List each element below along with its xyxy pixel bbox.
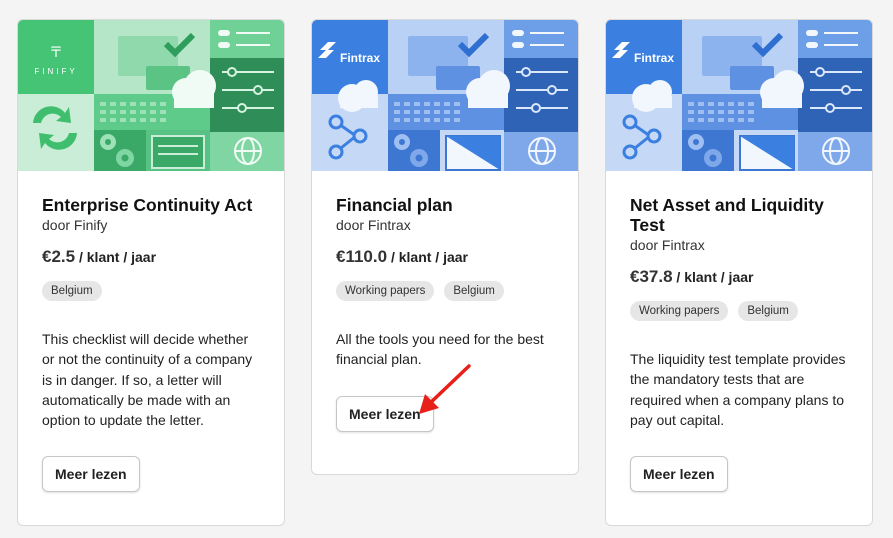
price-amount: €110.0 <box>336 247 388 266</box>
card-title: Enterprise Continuity Act <box>42 195 253 215</box>
tag-working-papers: Working papers <box>630 301 729 321</box>
price-unit: / klant / jaar <box>75 249 157 265</box>
tag-list: Working papers Belgium <box>336 281 554 301</box>
read-more-button[interactable]: Meer lezen <box>630 456 728 493</box>
app-banner-finify: 〒 FINIFY <box>18 20 284 171</box>
read-more-button[interactable]: Meer lezen <box>336 395 434 432</box>
card-title: Financial plan <box>336 195 453 215</box>
price-unit: / klant / jaar <box>672 269 754 285</box>
tag-working-papers: Working papers <box>336 281 435 301</box>
app-card-financial-plan: Fintrax Financial plan door Fintrax €110… <box>311 19 579 475</box>
svg-text:Fintrax: Fintrax <box>634 51 674 65</box>
tag-belgium: Belgium <box>42 281 102 301</box>
card-vendor: door Finify <box>42 217 108 233</box>
svg-text:FINIFY: FINIFY <box>34 67 77 76</box>
card-price: €2.5 / klant / jaar <box>42 247 260 267</box>
card-description: This checklist will decide whether or no… <box>42 331 253 429</box>
tag-list: Working papers Belgium <box>630 301 848 321</box>
card-description: The liquidity test template provides the… <box>630 351 846 428</box>
card-price: €110.0 / klant / jaar <box>336 247 554 267</box>
card-price: €37.8 / klant / jaar <box>630 267 848 287</box>
app-banner-fintrax: Fintrax <box>312 20 578 171</box>
price-amount: €2.5 <box>42 247 76 266</box>
app-marketplace: 〒 FINIFY Enterprise Continuity Act door … <box>0 0 893 538</box>
card-vendor: door Fintrax <box>630 237 705 253</box>
card-title: Net Asset and Liquidity Test <box>630 195 824 235</box>
app-card-enterprise-continuity: 〒 FINIFY Enterprise Continuity Act door … <box>17 19 285 526</box>
tag-belgium: Belgium <box>738 301 798 321</box>
app-card-net-asset-liquidity: Fintrax Net Asset and Liquidity Test doo… <box>605 19 873 526</box>
tag-list: Belgium <box>42 281 260 301</box>
svg-text:Fintrax: Fintrax <box>340 51 380 65</box>
price-amount: €37.8 <box>630 267 673 286</box>
app-banner-fintrax: Fintrax <box>606 20 872 171</box>
card-description: All the tools you need for the best fina… <box>336 331 544 368</box>
read-more-button[interactable]: Meer lezen <box>42 456 140 493</box>
tag-belgium: Belgium <box>444 281 504 301</box>
card-vendor: door Fintrax <box>336 217 411 233</box>
svg-text:〒: 〒 <box>49 44 63 60</box>
price-unit: / klant / jaar <box>387 249 468 265</box>
